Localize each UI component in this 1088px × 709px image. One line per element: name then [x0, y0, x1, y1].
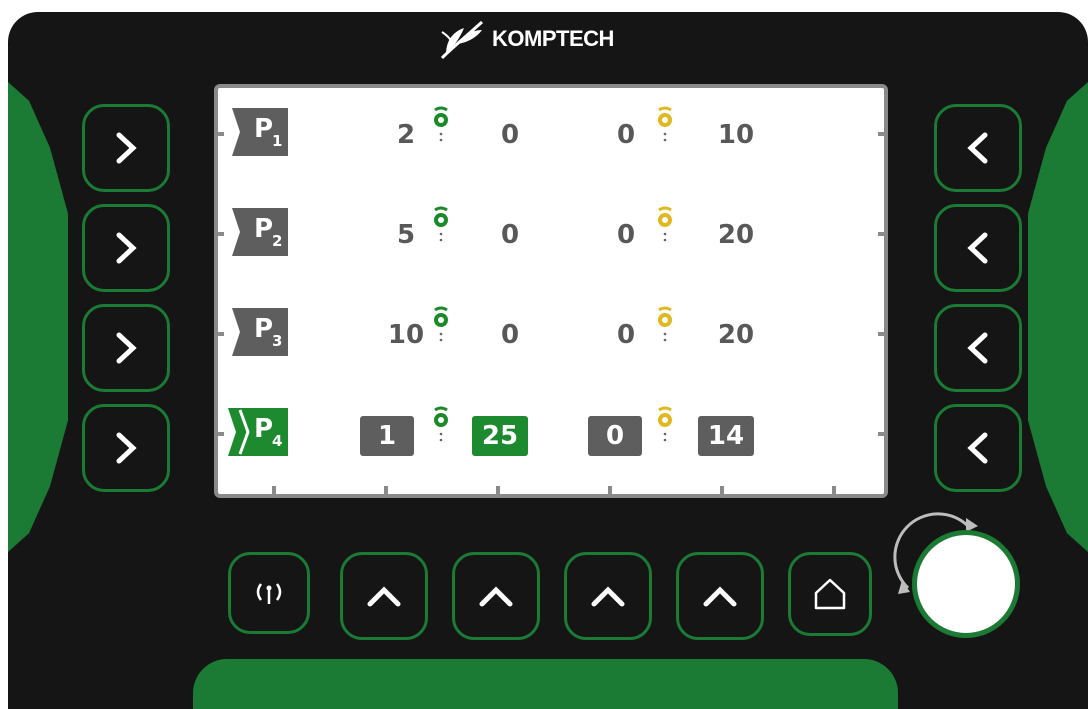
gear-green-icon: [434, 206, 448, 242]
brand-name: KOMPTECH: [492, 26, 614, 51]
bottom-green-accent: [193, 659, 898, 709]
chevron-right-icon: [116, 232, 137, 264]
value-2[interactable]: 0: [480, 220, 540, 250]
program-row-3[interactable]: P 3 10 0 0 20: [218, 304, 884, 364]
value-3: 0: [605, 421, 625, 451]
home-button[interactable]: [788, 552, 872, 636]
value-1: 1: [377, 421, 397, 451]
right-select-button-1[interactable]: [934, 104, 1022, 192]
up-button-4[interactable]: [676, 552, 764, 640]
value-3[interactable]: 0: [596, 220, 656, 250]
right-select-button-4[interactable]: [934, 404, 1022, 492]
caret-marks: [363, 468, 751, 480]
chevron-up-icon: [591, 586, 625, 607]
gear-green-icon: [434, 106, 448, 142]
right-green-accent: [1028, 82, 1088, 552]
program-number: 4: [272, 432, 283, 450]
left-select-button-3[interactable]: [82, 304, 170, 392]
leaf-logo-icon: [440, 20, 484, 60]
gear-green-icon: [434, 406, 448, 442]
left-select-button-2[interactable]: [82, 204, 170, 292]
value-2: 25: [481, 421, 519, 451]
program-label: P: [254, 314, 274, 344]
value-4[interactable]: 20: [706, 220, 766, 250]
program-tab[interactable]: P 2: [228, 208, 290, 256]
gear-green-icon: [434, 306, 448, 342]
value-4[interactable]: 20: [706, 320, 766, 350]
chevron-left-icon: [967, 332, 988, 364]
program-tab[interactable]: P 1: [228, 108, 290, 156]
value-3-edit-box[interactable]: 0: [588, 416, 642, 456]
program-number: 1: [272, 132, 283, 150]
program-row-4-active[interactable]: P 4 1 25 0 14: [218, 404, 884, 464]
program-tab-active[interactable]: P 4: [228, 408, 290, 456]
row-tick-right: [878, 232, 884, 236]
chevron-up-icon: [703, 586, 737, 607]
gear-yellow-icon: [658, 306, 672, 342]
value-1[interactable]: 10: [376, 320, 436, 350]
value-2[interactable]: 0: [480, 120, 540, 150]
value-1[interactable]: 5: [376, 220, 436, 250]
gear-yellow-icon: [658, 106, 672, 142]
program-row-1[interactable]: P 1 2 0 0 10: [218, 104, 884, 164]
gear-yellow-icon: [658, 206, 672, 242]
program-label: P: [254, 114, 274, 144]
brand-logo: KOMPTECH: [438, 18, 614, 60]
right-select-button-3[interactable]: [934, 304, 1022, 392]
program-row-2[interactable]: P 2 5 0 0 20: [218, 204, 884, 264]
home-icon: [814, 578, 846, 610]
value-4[interactable]: 10: [706, 120, 766, 150]
row-tick-left: [218, 332, 224, 336]
rotary-knob[interactable]: [912, 530, 1020, 638]
row-tick-left: [218, 232, 224, 236]
right-select-button-2[interactable]: [934, 204, 1022, 292]
program-tab[interactable]: P 3: [228, 308, 290, 356]
program-number: 2: [272, 232, 283, 250]
value-1-edit-box[interactable]: 1: [360, 416, 414, 456]
display-screen: P 1 2 0 0 10 P 2 5 0 0 20 P 3 10 0 0 20 …: [214, 84, 888, 498]
up-button-3[interactable]: [564, 552, 652, 640]
value-4: 14: [707, 421, 745, 451]
value-3[interactable]: 0: [596, 320, 656, 350]
value-1[interactable]: 2: [376, 120, 436, 150]
value-3[interactable]: 0: [596, 120, 656, 150]
chevron-right-icon: [116, 132, 137, 164]
row-tick-right: [878, 132, 884, 136]
up-button-2[interactable]: [452, 552, 540, 640]
gear-yellow-icon: [658, 406, 672, 442]
chevron-left-icon: [967, 132, 988, 164]
row-tick-right: [878, 432, 884, 436]
program-label: P: [254, 414, 274, 444]
program-label: P: [254, 214, 274, 244]
chevron-up-icon: [367, 586, 401, 607]
chevron-left-icon: [967, 432, 988, 464]
chevron-left-icon: [967, 232, 988, 264]
antenna-icon: [256, 583, 282, 604]
row-tick-right: [878, 332, 884, 336]
value-2-edit-box-selected[interactable]: 25: [472, 416, 528, 456]
chevron-right-icon: [116, 332, 137, 364]
row-tick-left: [218, 432, 224, 436]
up-button-1[interactable]: [340, 552, 428, 640]
left-select-button-4[interactable]: [82, 404, 170, 492]
left-select-button-1[interactable]: [82, 104, 170, 192]
chevron-up-icon: [479, 586, 513, 607]
value-2[interactable]: 0: [480, 320, 540, 350]
row-tick-left: [218, 132, 224, 136]
value-4-edit-box[interactable]: 14: [698, 416, 754, 456]
left-green-accent: [8, 82, 68, 552]
program-number: 3: [272, 332, 283, 350]
chevron-right-icon: [116, 432, 137, 464]
bottom-scale-ticks: [218, 486, 884, 494]
wireless-button[interactable]: [228, 552, 310, 634]
